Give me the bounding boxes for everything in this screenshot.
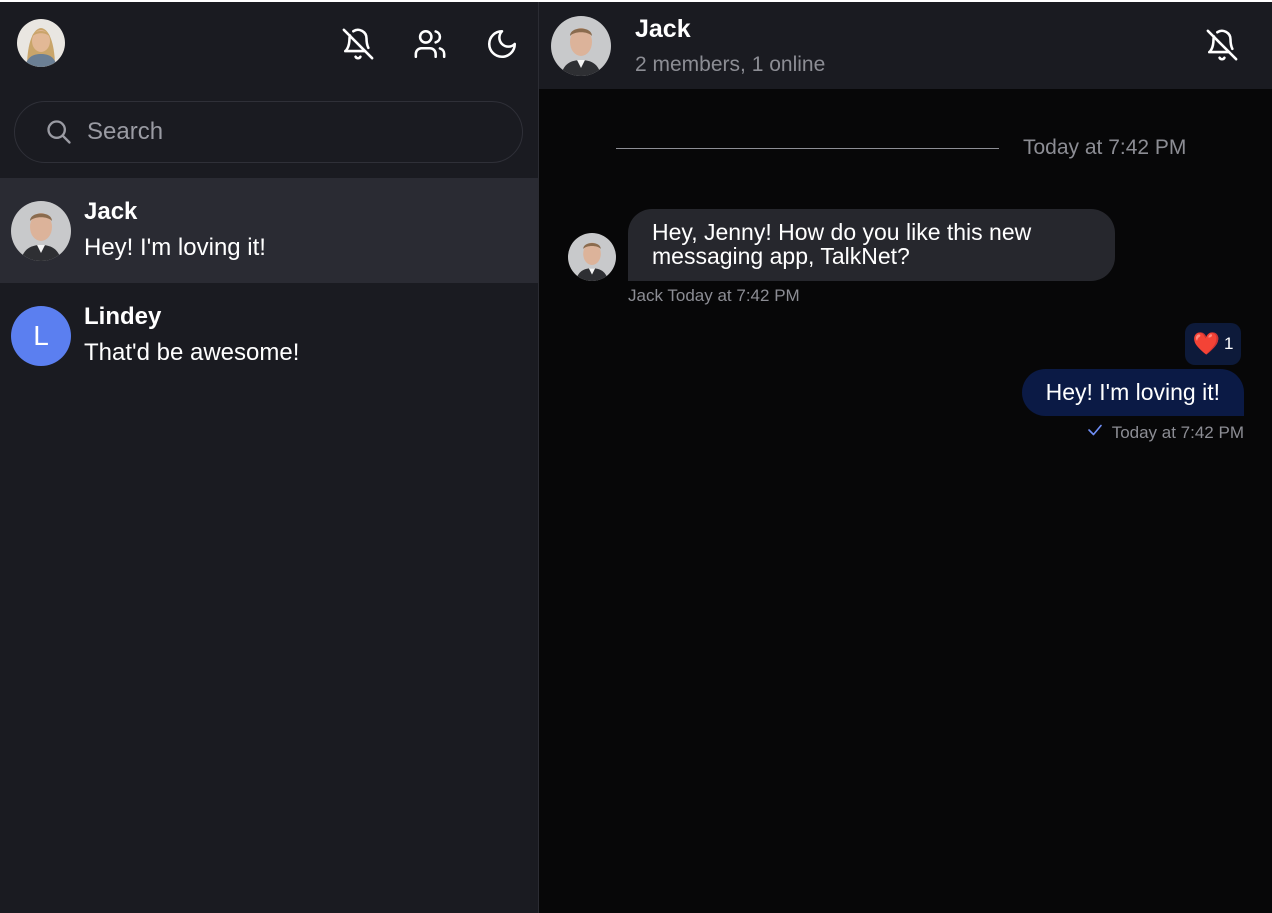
chat-header: Jack 2 members, 1 online	[539, 2, 1272, 89]
bell-off-icon[interactable]	[1202, 25, 1242, 65]
avatar: L	[11, 306, 71, 366]
sidebar: Jack Hey! I'm loving it! L Lindey That'd…	[0, 2, 539, 913]
date-separator-line	[616, 148, 999, 149]
message-bubble-incoming[interactable]: Hey, Jenny! How do you like this new mes…	[628, 209, 1115, 281]
channel-preview: Hey! I'm loving it!	[84, 234, 266, 261]
channel-preview: That'd be awesome!	[84, 339, 300, 366]
channel-avatar[interactable]	[551, 16, 611, 76]
message-bubble-outgoing[interactable]: Hey! I'm loving it!	[1021, 369, 1244, 416]
channel-name: Lindey	[84, 303, 162, 330]
channel-item-jack[interactable]: Jack Hey! I'm loving it!	[0, 178, 538, 283]
search-icon	[44, 117, 74, 147]
chat-member-count: 2 members, 1 online	[635, 53, 826, 76]
message-time: Today at 7:42 PM	[667, 286, 800, 305]
message-meta-incoming: Jack Today at 7:42 PM	[628, 286, 800, 306]
message-avatar[interactable]	[568, 233, 616, 281]
message-time: Today at 7:42 PM	[1111, 422, 1244, 442]
channel-item-lindey[interactable]: L Lindey That'd be awesome!	[0, 283, 538, 388]
heart-icon: ❤️	[1192, 331, 1220, 356]
moon-icon[interactable]	[482, 24, 522, 64]
search-box[interactable]	[14, 101, 523, 163]
avatar-letter: L	[33, 320, 49, 351]
sent-check-icon	[1086, 421, 1104, 444]
channel-list: Jack Hey! I'm loving it! L Lindey That'd…	[0, 178, 538, 388]
message-meta-outgoing: Today at 7:42 PM	[1086, 421, 1244, 444]
message-author: Jack	[628, 286, 663, 305]
chat-app: Jack Hey! I'm loving it! L Lindey That'd…	[0, 0, 1272, 913]
users-icon[interactable]	[410, 24, 450, 64]
chat-title: Jack	[635, 15, 691, 43]
message-text: Hey! I'm loving it!	[1045, 379, 1220, 405]
reaction-count: 1	[1223, 334, 1234, 353]
sidebar-header	[0, 2, 538, 86]
reaction-badge[interactable]: ❤️ 1	[1185, 323, 1241, 365]
current-user-avatar[interactable]	[17, 19, 65, 67]
bell-off-icon[interactable]	[338, 24, 378, 64]
date-separator: Today at 7:42 PM	[1023, 136, 1187, 159]
avatar	[11, 201, 71, 261]
search-input[interactable]	[87, 112, 522, 152]
chat-pane: Jack 2 members, 1 online Today at 7:42 P…	[539, 2, 1272, 913]
channel-name: Jack	[84, 198, 138, 225]
